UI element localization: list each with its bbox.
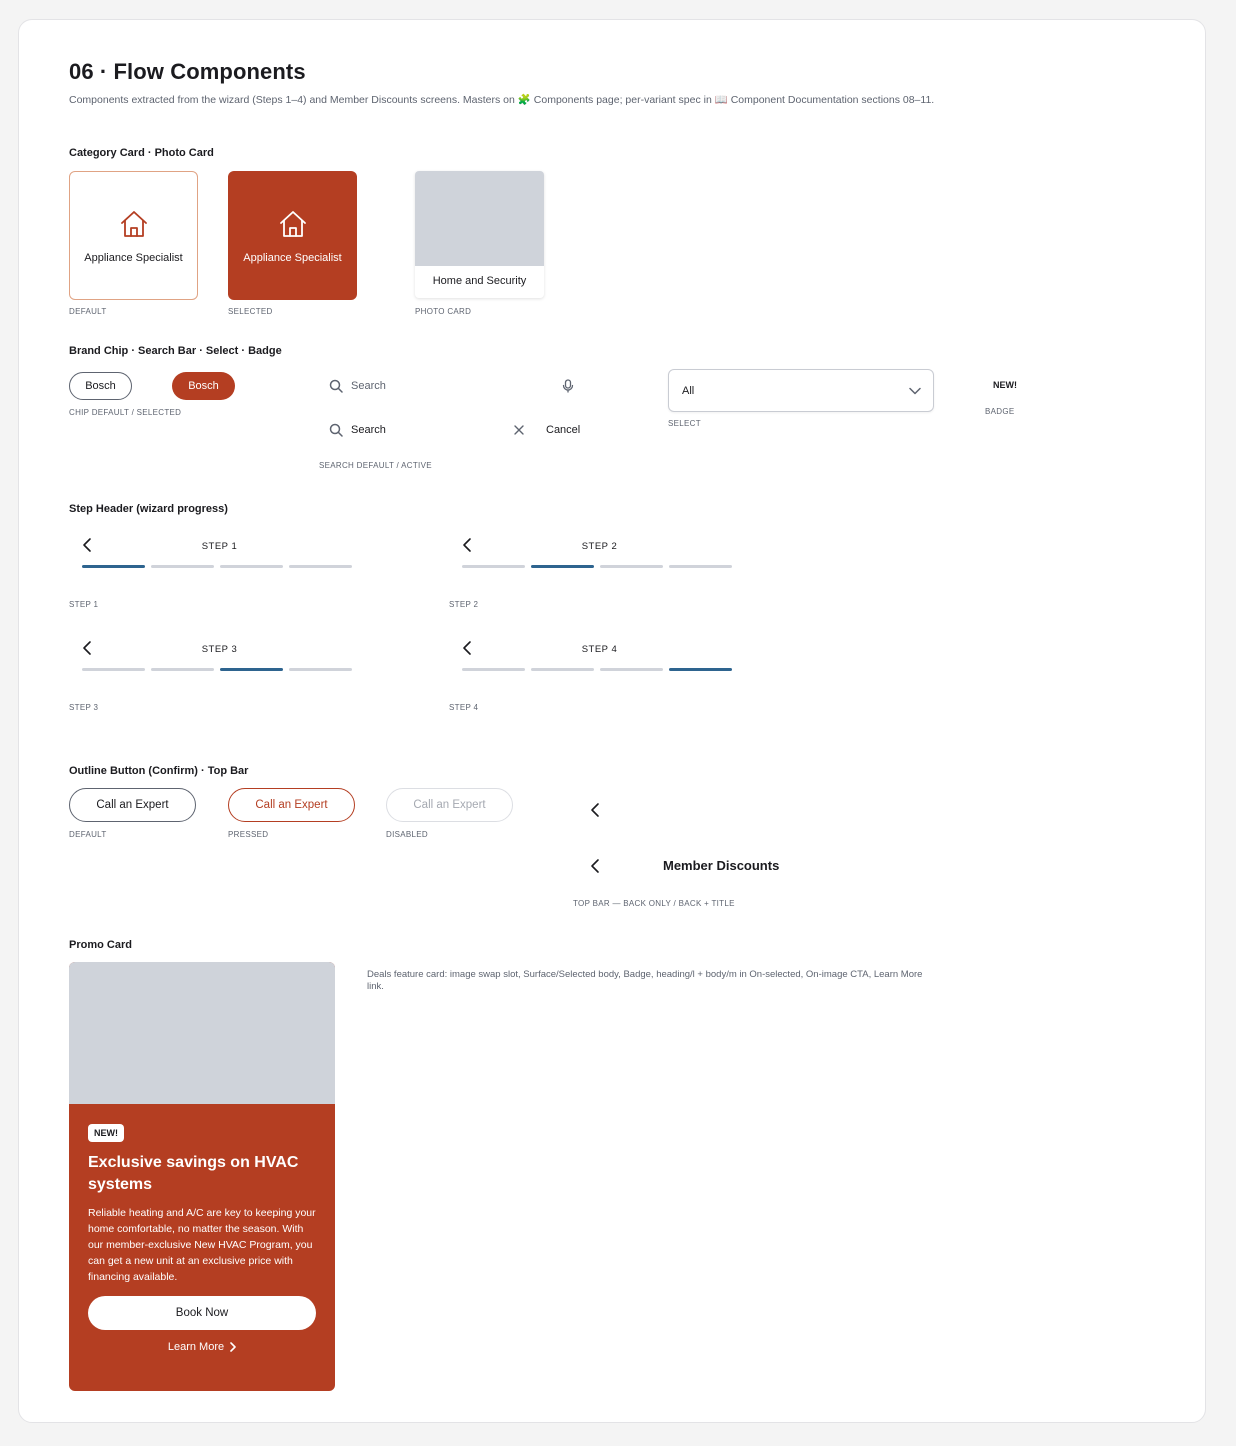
search-icon: [329, 423, 343, 437]
promo-body: Reliable heating and A/C are key to keep…: [88, 1207, 316, 1283]
progress-segment: [600, 668, 663, 671]
section-title-promo: Promo Card: [69, 939, 132, 951]
search-bar-active[interactable]: Search Cancel: [329, 415, 619, 445]
house-icon: [118, 208, 150, 240]
caption-step-2: STEP 2: [449, 600, 479, 609]
caption-selected: SELECTED: [228, 307, 273, 316]
call-expert-button-pressed[interactable]: Call an Expert: [228, 788, 355, 822]
progress-segment: [82, 668, 145, 671]
close-icon[interactable]: [514, 425, 524, 435]
new-badge: NEW!: [993, 380, 1017, 390]
caption-chips: CHIP DEFAULT / SELECTED: [69, 408, 182, 417]
select-value: All: [682, 384, 695, 397]
section-title-category: Category Card · Photo Card: [69, 147, 214, 159]
step-header-2: STEP 2: [462, 537, 737, 577]
category-card-selected[interactable]: Appliance Specialist: [228, 171, 357, 300]
search-cancel-button[interactable]: Cancel: [546, 424, 580, 436]
caption-select: SELECT: [668, 419, 701, 428]
caption-button-disabled: DISABLED: [386, 830, 428, 839]
page-description: Components extracted from the wizard (St…: [69, 94, 935, 106]
top-bar-back-icon[interactable]: [590, 858, 600, 874]
progress-segment: [151, 565, 214, 568]
brand-chip-selected[interactable]: Bosch: [172, 372, 235, 400]
progress-segment: [220, 668, 283, 671]
step-header-4: STEP 4: [462, 640, 737, 680]
progress-segment: [151, 668, 214, 671]
progress-segment: [600, 565, 663, 568]
progress-segment: [462, 668, 525, 671]
caption-search: SEARCH DEFAULT / ACTIVE: [319, 461, 432, 470]
caption-button-pressed: PRESSED: [228, 830, 269, 839]
components-frame: 06 · Flow Components Components extracte…: [18, 19, 1206, 1423]
category-card-default[interactable]: Appliance Specialist: [69, 171, 198, 300]
search-bar-default[interactable]: Search: [329, 371, 589, 401]
promo-image: [69, 962, 335, 1104]
caption-photo-card: PHOTO CARD: [415, 307, 472, 316]
progress-segment: [531, 668, 594, 671]
step-title: STEP 1: [201, 541, 238, 552]
microphone-icon[interactable]: [562, 379, 574, 393]
page-title: 06 · Flow Components: [69, 59, 306, 84]
top-bar-title: Member Discounts: [663, 858, 780, 873]
promo-badge: NEW!: [88, 1124, 124, 1142]
search-input-active[interactable]: Search: [351, 424, 506, 436]
progress-segment: [531, 565, 594, 568]
progress-segment: [669, 565, 732, 568]
step-header-3: STEP 3: [82, 640, 357, 680]
progress-segment: [289, 565, 352, 568]
progress-segment: [462, 565, 525, 568]
promo-card: NEW! Exclusive savings on HVAC systems R…: [69, 962, 335, 1391]
category-card-label: Appliance Specialist: [243, 251, 342, 264]
caption-step-4: STEP 4: [449, 703, 479, 712]
search-placeholder: Search: [351, 380, 386, 392]
step-title: STEP 2: [581, 541, 618, 552]
step-header-1: STEP 1: [82, 537, 357, 577]
photo-card-image: [415, 171, 544, 266]
chevron-down-icon: [909, 387, 921, 395]
brand-chip-default[interactable]: Bosch: [69, 372, 132, 400]
step-title: STEP 4: [581, 644, 618, 655]
photo-card-label: Home and Security: [432, 275, 527, 287]
step-progress-bar: [462, 668, 732, 671]
section-title-buttons: Outline Button (Confirm) · Top Bar: [69, 765, 249, 777]
caption-default: DEFAULT: [69, 307, 107, 316]
progress-segment: [220, 565, 283, 568]
top-bar-back-icon[interactable]: [590, 802, 600, 818]
section-title-steps: Step Header (wizard progress): [69, 503, 228, 515]
select-dropdown[interactable]: All: [668, 369, 934, 412]
call-expert-button-default[interactable]: Call an Expert: [69, 788, 196, 822]
category-card-label: Appliance Specialist: [84, 251, 183, 264]
search-icon: [329, 379, 343, 393]
learn-more-label: Learn More: [167, 1341, 225, 1353]
house-icon: [277, 208, 309, 240]
photo-card[interactable]: Home and Security: [415, 171, 544, 298]
caption-step-1: STEP 1: [69, 600, 99, 609]
step-progress-bar: [82, 668, 352, 671]
chevron-right-icon: [230, 1342, 236, 1352]
progress-segment: [289, 668, 352, 671]
progress-segment: [669, 668, 732, 671]
call-expert-button-disabled: Call an Expert: [386, 788, 513, 822]
progress-segment: [82, 565, 145, 568]
step-progress-bar: [462, 565, 732, 568]
step-progress-bar: [82, 565, 352, 568]
caption-button-default: DEFAULT: [69, 830, 107, 839]
promo-heading: Exclusive savings on HVAC systems: [88, 1154, 299, 1193]
step-title: STEP 3: [201, 644, 238, 655]
caption-step-3: STEP 3: [69, 703, 99, 712]
caption-badge: BADGE: [985, 407, 1015, 416]
caption-top-bar: TOP BAR — BACK ONLY / BACK + TITLE: [573, 899, 735, 908]
learn-more-link[interactable]: Learn More: [88, 1341, 316, 1353]
section-title-chips: Brand Chip · Search Bar · Select · Badge: [69, 345, 282, 357]
book-now-button[interactable]: Book Now: [88, 1296, 316, 1330]
promo-note: Deals feature card: image swap slot, Sur…: [367, 969, 923, 992]
